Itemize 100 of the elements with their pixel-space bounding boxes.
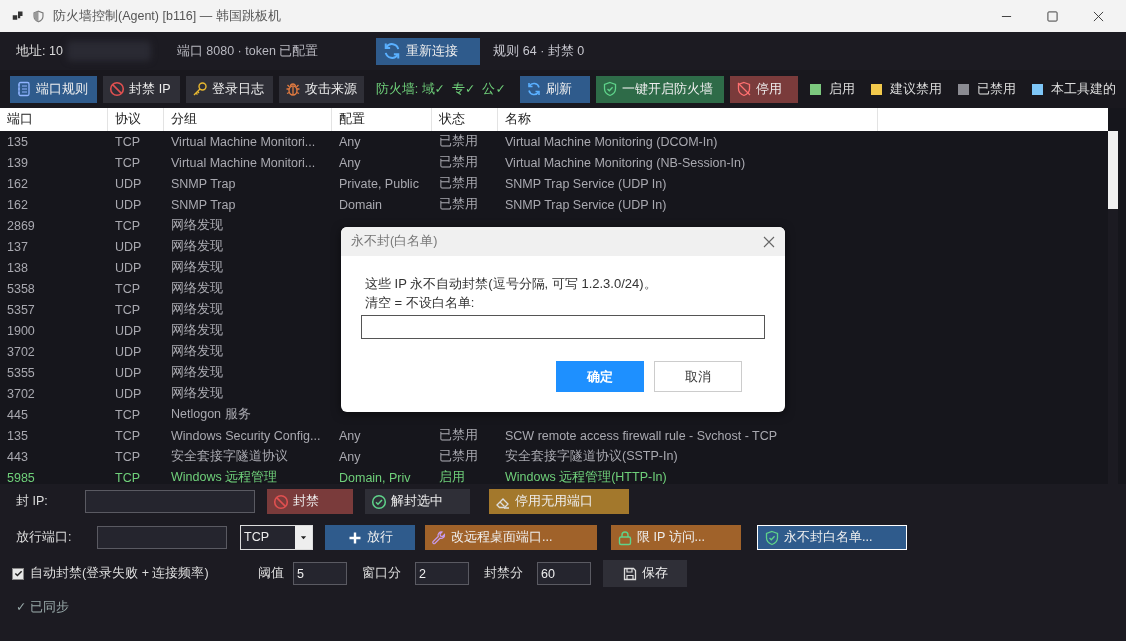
ban-ip-input-field[interactable] [85,490,255,513]
table-cell: 5357 [7,302,35,317]
column-header[interactable]: 协议 [108,108,164,131]
no-entry-icon [273,493,289,510]
table-cell: 3702 [7,386,35,401]
bug-icon [285,81,302,97]
reconnect-button[interactable]: 重新连接 [376,37,481,65]
number-input-field[interactable]: 60 [537,562,591,585]
legend-label: 本工具建的 [1051,80,1116,98]
close-icon[interactable] [763,235,775,248]
table-cell: 网络发现 [171,386,223,400]
toolbar-tab[interactable]: 攻击来源 [279,75,364,103]
scrollbar-thumb[interactable] [1108,131,1118,209]
table-cell: TCP [115,155,140,170]
table-cell: Windows Security Config... [171,428,321,443]
toolbar-tab[interactable]: 封禁 IP [103,75,180,103]
toolbar-tab[interactable]: 端口规则 [10,75,98,103]
protocol-select[interactable]: TCP [240,525,313,550]
table-cell: 网络发现 [171,302,223,316]
column-header[interactable]: 配置 [332,108,432,131]
sync-status: ✓ 已同步 [16,599,70,616]
action-button[interactable]: 封禁 [267,489,353,514]
checkbox-label: 自动封禁(登录失败 + 连接频率) [30,565,209,582]
check-circle-icon [371,493,387,510]
table-cell: 安全套接字隧道协议 [171,449,288,463]
port-input-field[interactable] [97,526,227,549]
table-cell: Domain, Priv [339,470,411,484]
table-cell: 启用 [439,470,465,484]
table-cell: TCP [115,470,140,484]
table-cell: 135 [7,134,28,149]
action-button[interactable]: 停用无用端口 [489,489,629,514]
toolbar-button[interactable]: 停用 [730,75,798,103]
table-cell: 网络发现 [171,323,223,337]
auto-ban-checkbox[interactable] [12,567,24,580]
column-header[interactable]: 名称 [498,108,878,131]
column-header[interactable]: 状态 [432,108,498,131]
table-cell: 135 [7,428,28,443]
no-entry-icon [109,81,126,97]
table-cell: UDP [115,239,142,254]
action-button[interactable]: 放行 [325,525,415,550]
table-cell: SCW remote access firewall rule - Svchost - TCP [505,428,778,443]
column-header[interactable]: 分组 [164,108,332,131]
field-label: 封 IP: [16,493,49,510]
table-cell: UDP [115,344,142,359]
lock-icon [617,529,633,546]
legend-label: 建议禁用 [890,80,942,98]
table-cell: TCP [115,449,140,464]
table-cell: Any [339,428,361,443]
table-cell: 已禁用 [439,197,478,211]
rule-summary: 规则 64 · 封禁 0 [493,42,585,60]
firewall-status: 防火墙: 域✓ 专✓ 公✓ [375,80,506,98]
table-cell: Virtual Machine Monitori... [171,134,316,149]
column-header[interactable]: 端口 [0,108,108,131]
action-button[interactable]: 限 IP 访问... [611,525,741,550]
table-cell: 162 [7,176,28,191]
table-cell: 2869 [7,218,35,233]
field-label: 窗口分 [362,565,402,582]
shield-icon [32,9,45,23]
action-button[interactable]: 解封选中 [365,489,470,514]
window-title: 防火墙控制(Agent) [b116] — 韩国跳板机 [53,7,281,25]
table-cell: TCP [115,407,140,422]
table-cell: 网络发现 [171,239,223,253]
shield-slash-icon [736,81,753,97]
field-label: 阈值 [258,565,285,582]
toolbar-button[interactable]: 刷新 [519,75,591,103]
table-cell: UDP [115,176,142,191]
dialog-button[interactable]: 取消 [654,361,742,392]
legend-label: 已禁用 [977,80,1016,98]
table-cell: 安全套接字隧道协议(SSTP-In) [505,449,678,463]
number-input-field[interactable]: 5 [293,562,347,585]
toolbar-button[interactable]: 一键开启防火墙 [596,75,725,103]
table-cell: Private, Public [339,176,419,191]
table-cell: 3702 [7,344,35,359]
maximize-icon[interactable] [1047,10,1058,22]
table-cell: 网络发现 [171,344,223,358]
close-icon[interactable] [1093,10,1104,22]
table-cell: 网络发现 [171,218,223,232]
table-cell: UDP [115,386,142,401]
table-cell: SNMP Trap [171,197,236,212]
whitelist-input-field[interactable] [361,315,765,339]
table-cell: SNMP Trap Service (UDP In) [505,197,667,212]
table-cell: TCP [115,428,140,443]
save-icon [622,565,638,582]
table-cell: Virtual Machine Monitori... [171,155,316,170]
table-cell: SNMP Trap Service (UDP In) [505,176,667,191]
table-cell: 已禁用 [439,176,478,190]
table-cell: Domain [339,197,383,212]
save-button[interactable]: 保存 [603,560,687,587]
caret-icon [300,534,307,541]
table-cell: Any [339,155,361,170]
action-button[interactable]: 改远程桌面端口... [425,525,597,550]
table-cell: 已禁用 [439,428,478,442]
toolbar-tab[interactable]: 登录日志 [185,75,274,103]
dialog-title: 永不封(白名单) [351,233,438,250]
table-cell: 5355 [7,365,35,380]
table-cell: 139 [7,155,28,170]
table-cell: TCP [115,281,140,296]
number-input-field[interactable]: 2 [415,562,469,585]
action-button[interactable]: 永不封白名单... [757,525,907,550]
scrollbar[interactable] [1108,131,1118,484]
